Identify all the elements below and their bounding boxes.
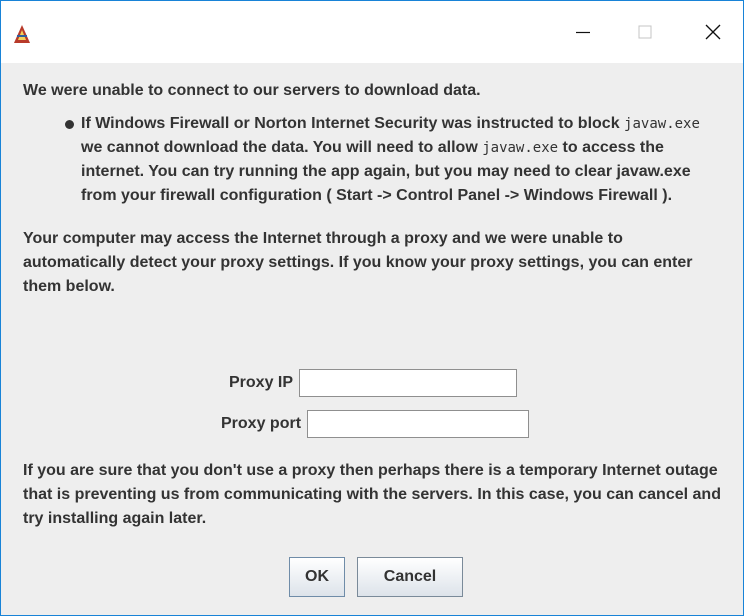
- proxy-port-row: Proxy port: [221, 410, 530, 438]
- bullet-icon: [65, 120, 74, 129]
- proxy-port-label: Proxy port: [221, 415, 302, 432]
- javaw-code-1: javaw.exe: [624, 116, 700, 132]
- intro-message: We were unable to connect to our servers…: [23, 82, 481, 99]
- ok-button[interactable]: OK: [289, 557, 345, 597]
- proxy-message: Your computer may access the Internet th…: [23, 230, 693, 295]
- button-bar: OK Cancel: [23, 557, 723, 597]
- javaw-code-2: javaw.exe: [482, 140, 559, 156]
- proxy-ip-label: Proxy IP: [229, 374, 294, 391]
- proxy-form: Proxy IP Proxy port: [23, 369, 723, 449]
- close-button[interactable]: [683, 1, 743, 63]
- bullet-text-part2: we cannot download the data. You will ne…: [81, 139, 483, 156]
- title-bar[interactable]: [1, 1, 743, 63]
- proxy-ip-input[interactable]: [299, 369, 518, 397]
- close-icon: [705, 24, 721, 40]
- cancel-button[interactable]: Cancel: [357, 557, 463, 597]
- proxy-port-input[interactable]: [307, 410, 530, 438]
- minimize-icon: [576, 31, 590, 34]
- minimize-button[interactable]: [553, 1, 613, 63]
- maximize-button[interactable]: [615, 1, 675, 63]
- java-app-icon: [11, 23, 33, 45]
- maximize-icon: [638, 25, 652, 39]
- dialog-content: We were unable to connect to our servers…: [23, 79, 723, 597]
- outage-message: If you are sure that you don't use a pro…: [23, 462, 721, 527]
- bullet-text-part1: If Windows Firewall or Norton Internet S…: [81, 115, 625, 132]
- proxy-settings-dialog: We were unable to connect to our servers…: [0, 0, 744, 616]
- proxy-ip-row: Proxy IP: [229, 369, 518, 397]
- firewall-bullet: If Windows Firewall or Norton Internet S…: [65, 112, 721, 208]
